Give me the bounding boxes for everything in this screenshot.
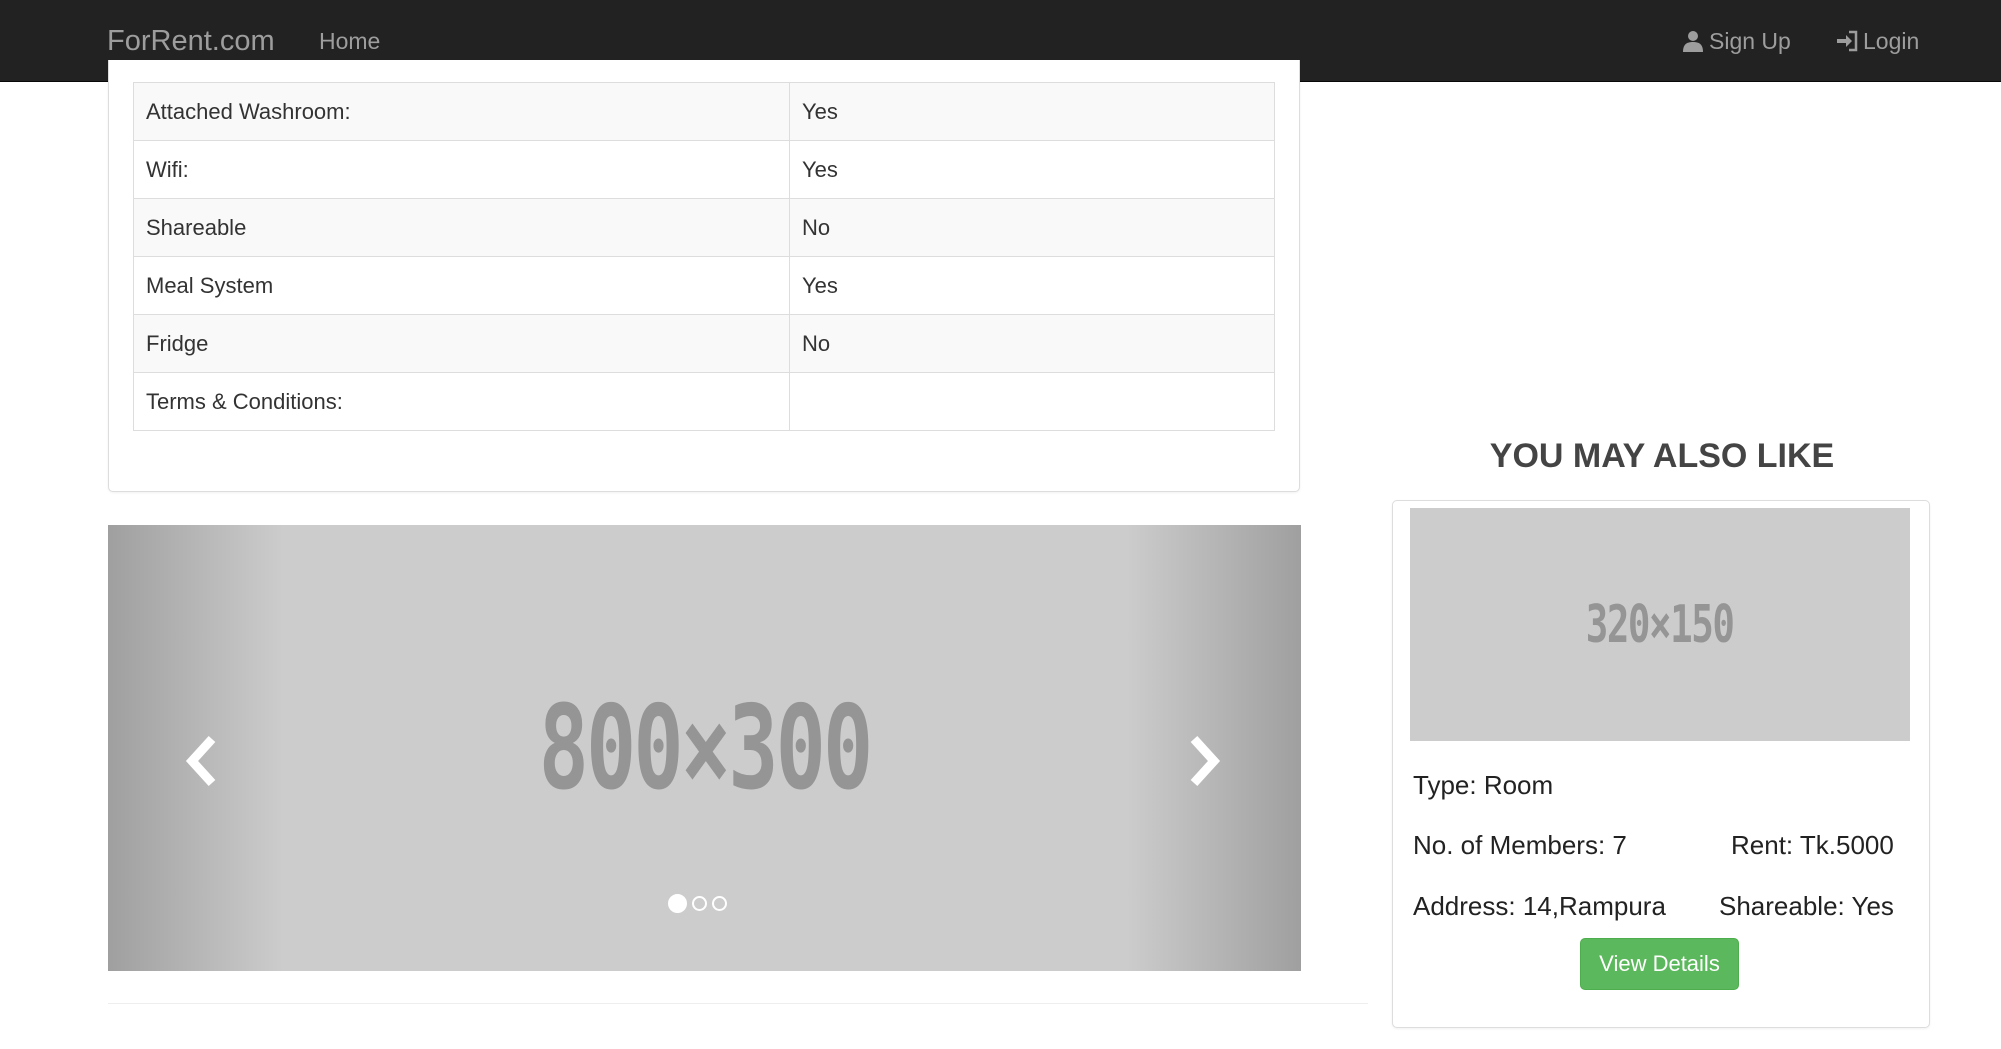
table-row: Fridge No <box>133 314 1275 373</box>
carousel-prev-chevron-icon[interactable] <box>176 733 226 789</box>
table-row: Wifi: Yes <box>133 140 1275 199</box>
row-value: Yes <box>789 140 1275 199</box>
carousel-indicator-dot[interactable] <box>712 896 727 911</box>
row-value: No <box>789 314 1275 373</box>
row-label: Terms & Conditions: <box>133 372 790 431</box>
card-image-text: 320×150 <box>1586 594 1735 655</box>
row-value: No <box>789 198 1275 257</box>
sidebar-title: YOU MAY ALSO LIKE <box>1489 437 1835 475</box>
carousel-next-chevron-icon[interactable] <box>1180 733 1230 789</box>
login-link[interactable]: Login <box>1835 27 1919 55</box>
card-shareable: Shareable: Yes <box>1719 891 1894 921</box>
row-label: Wifi: <box>133 140 790 199</box>
carousel-indicator-dot[interactable] <box>692 896 707 911</box>
view-details-button[interactable]: View Details <box>1580 938 1739 990</box>
page: ForRent.com Home Sign Up Login Attached … <box>0 0 2001 1049</box>
signup-link[interactable]: Sign Up <box>1681 27 1791 55</box>
carousel-indicator-dot[interactable] <box>668 894 687 913</box>
card-rent: Rent: Tk.5000 <box>1731 830 1894 860</box>
table-row: Attached Washroom: Yes <box>133 82 1275 141</box>
details-table: Attached Washroom: Yes Wifi: Yes Shareable No… <box>133 82 1275 431</box>
row-label: Meal System <box>133 256 790 315</box>
card-image-placeholder: 320×150 <box>1410 508 1910 741</box>
row-value: Yes <box>789 256 1275 315</box>
user-icon <box>1683 31 1703 52</box>
divider <box>108 1003 1368 1004</box>
table-row: Shareable No <box>133 198 1275 257</box>
brand-link[interactable]: ForRent.com <box>107 24 275 58</box>
login-label: Login <box>1863 28 1920 54</box>
login-icon <box>1837 30 1858 52</box>
row-label: Fridge <box>133 314 790 373</box>
row-label: Attached Washroom: <box>133 82 790 141</box>
table-row: Terms & Conditions: <box>133 372 1275 431</box>
carousel-indicators <box>668 894 727 913</box>
row-value: Yes <box>789 82 1275 141</box>
card-members: No. of Members: 7 <box>1413 830 1627 860</box>
row-value <box>789 372 1275 431</box>
card-type: Type: Room <box>1413 770 1554 800</box>
table-row: Meal System Yes <box>133 256 1275 315</box>
card-address: Address: 14,Rampura <box>1413 891 1666 921</box>
signup-label: Sign Up <box>1709 28 1791 54</box>
nav-home-link[interactable]: Home <box>319 27 380 55</box>
row-label: Shareable <box>133 198 790 257</box>
